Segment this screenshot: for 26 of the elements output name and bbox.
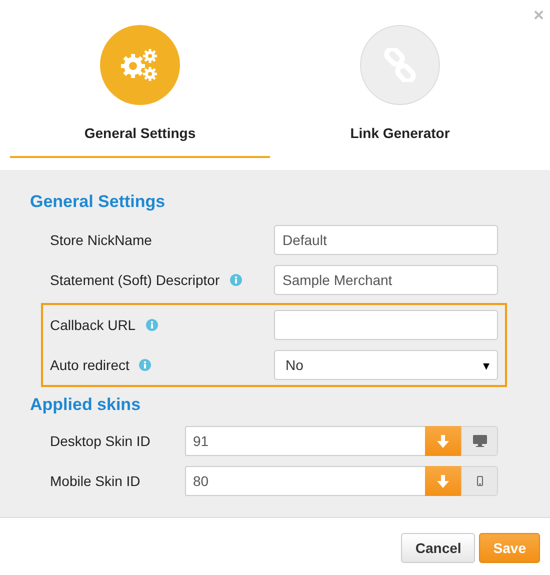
- field-label: Callback URL: [50, 317, 136, 333]
- field-label: Mobile Skin ID: [50, 473, 142, 489]
- phone-icon: [476, 476, 482, 486]
- field-label: Statement (Soft) Descriptor: [50, 272, 220, 288]
- cancel-button[interactable]: Cancel: [401, 533, 476, 563]
- text-field[interactable]: Sample Merchant: [274, 265, 498, 295]
- download-button[interactable]: [425, 426, 461, 456]
- text-field[interactable]: 91: [185, 426, 425, 456]
- section-heading: Applied skins: [30, 395, 141, 415]
- download-arrow-icon: [437, 434, 449, 448]
- preview-button[interactable]: [461, 466, 498, 496]
- text-field[interactable]: [274, 310, 498, 340]
- tab[interactable]: General Settings: [10, 0, 270, 158]
- section-heading: General Settings: [30, 192, 166, 212]
- preview-button[interactable]: [461, 426, 498, 456]
- field-label: Auto redirect: [50, 357, 130, 373]
- download-arrow-icon: [437, 474, 449, 488]
- download-button[interactable]: [425, 466, 461, 496]
- select-field[interactable]: No ▾: [274, 350, 498, 380]
- text-field[interactable]: Default: [274, 225, 498, 255]
- field-label: Desktop Skin ID: [50, 433, 152, 449]
- monitor-icon: [472, 435, 486, 447]
- tab[interactable]: Link Generator: [270, 0, 530, 158]
- text-field[interactable]: 80: [185, 466, 425, 496]
- field-label: Store NickName: [50, 232, 152, 248]
- gears-icon: [120, 48, 160, 82]
